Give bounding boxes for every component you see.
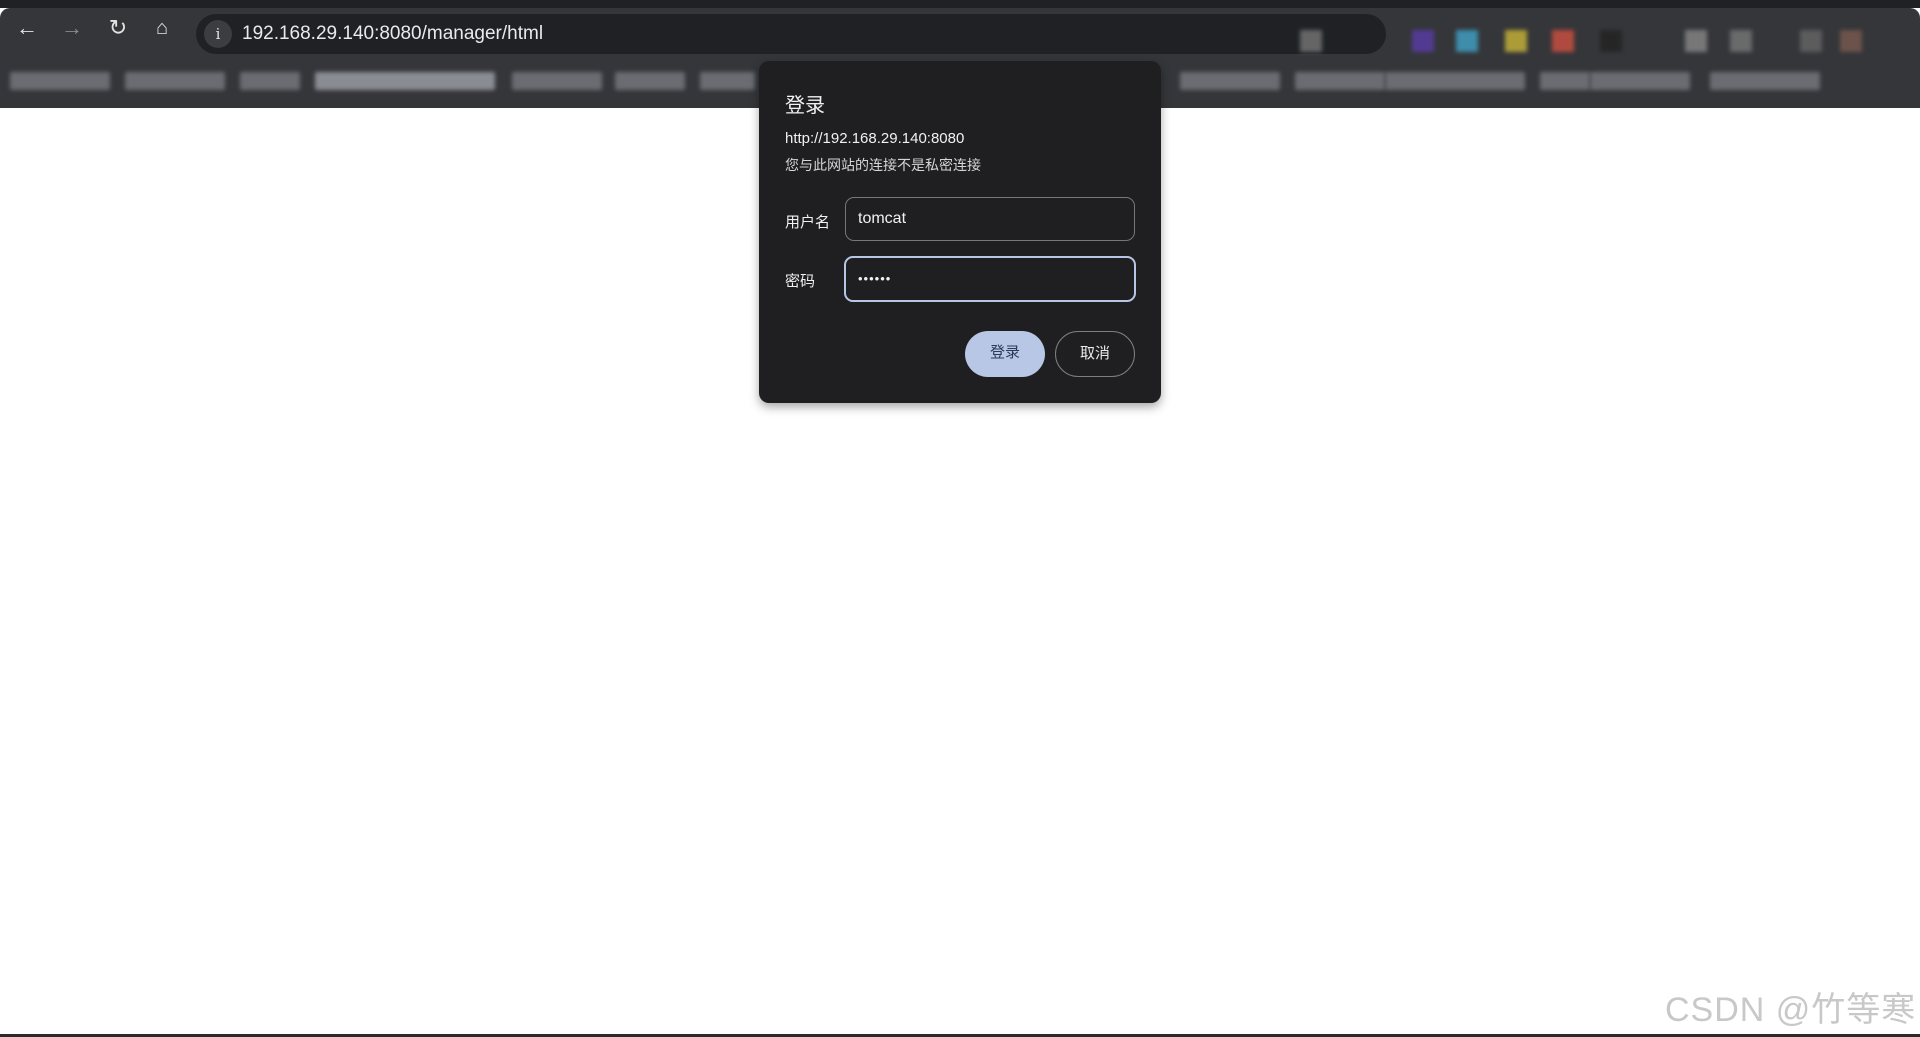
forward-arrow-icon[interactable]: → xyxy=(58,14,86,42)
bookmark-item[interactable] xyxy=(1295,72,1385,90)
reload-icon[interactable]: ↻ xyxy=(104,14,132,42)
http-auth-dialog: 登录 http://192.168.29.140:8080 您与此网站的连接不是… xyxy=(759,61,1161,403)
bookmark-item[interactable] xyxy=(10,72,110,90)
cancel-button[interactable]: 取消 xyxy=(1055,331,1135,377)
tab-strip xyxy=(0,0,1920,8)
password-input[interactable]: •••••• xyxy=(844,256,1136,302)
extension-icon[interactable] xyxy=(1552,30,1574,52)
back-arrow-icon[interactable]: ← xyxy=(13,14,41,42)
bookmark-item[interactable] xyxy=(1180,72,1280,90)
dialog-origin: http://192.168.29.140:8080 xyxy=(785,130,965,147)
password-label: 密码 xyxy=(785,273,816,290)
home-icon[interactable]: ⌂ xyxy=(148,14,176,42)
bookmark-item[interactable] xyxy=(1590,72,1690,90)
dialog-warning: 您与此网站的连接不是私密连接 xyxy=(785,157,981,173)
bookmark-item[interactable] xyxy=(315,72,495,90)
bookmark-item[interactable] xyxy=(1710,72,1820,90)
extension-icon[interactable] xyxy=(1600,30,1622,52)
bookmark-item[interactable] xyxy=(1540,72,1590,90)
extension-icon[interactable] xyxy=(1840,30,1862,52)
url-text[interactable]: 192.168.29.140:8080/manager/html xyxy=(242,23,543,45)
bookmark-item[interactable] xyxy=(700,72,755,90)
bookmark-item[interactable] xyxy=(512,72,602,90)
info-icon[interactable]: i xyxy=(204,20,232,48)
extension-icon[interactable] xyxy=(1456,30,1478,52)
bookmark-item[interactable] xyxy=(125,72,225,90)
extension-icon[interactable] xyxy=(1730,30,1752,52)
extension-icon[interactable] xyxy=(1505,30,1527,52)
extension-icon[interactable] xyxy=(1800,30,1822,52)
login-button[interactable]: 登录 xyxy=(965,331,1045,377)
watermark: CSDN @竹等寒 xyxy=(1665,991,1917,1029)
bookmark-item[interactable] xyxy=(240,72,300,90)
bookmark-item[interactable] xyxy=(615,72,685,90)
dialog-title: 登录 xyxy=(785,95,825,117)
extension-icon[interactable] xyxy=(1300,30,1322,52)
bookmark-item[interactable] xyxy=(1385,72,1525,90)
extension-icon[interactable] xyxy=(1685,30,1707,52)
username-input[interactable]: tomcat xyxy=(845,197,1135,241)
extension-icon[interactable] xyxy=(1412,30,1434,52)
address-bar[interactable]: i 192.168.29.140:8080/manager/html xyxy=(196,14,1386,54)
browser-toolbar: ← → ↻ ⌂ i 192.168.29.140:8080/manager/ht… xyxy=(0,8,1920,58)
username-label: 用户名 xyxy=(785,214,831,231)
